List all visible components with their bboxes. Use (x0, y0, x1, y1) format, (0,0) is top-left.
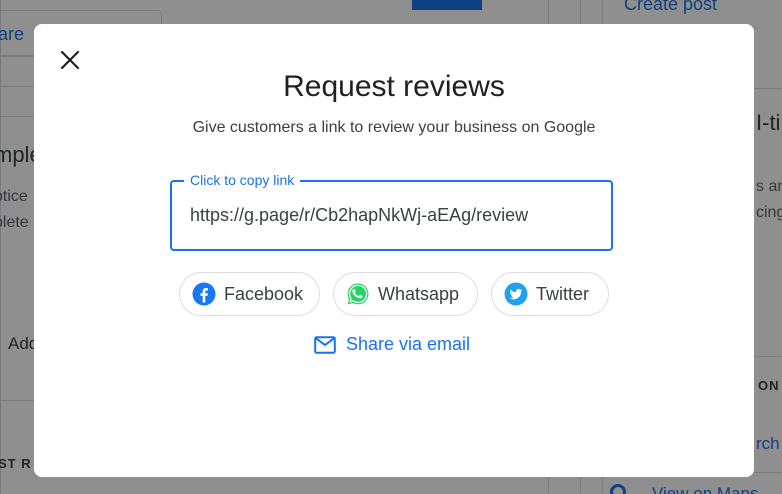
link-field-label: Click to copy link (184, 171, 301, 189)
whatsapp-icon (347, 283, 369, 305)
share-whatsapp-label: Whatsapp (378, 283, 460, 304)
dialog-subtitle: Give customers a link to review your bus… (192, 119, 596, 136)
share-buttons-row: Facebook Whatsapp Twitter (34, 272, 754, 316)
review-link-value[interactable]: https://g.page/r/Cb2hapNkWj-aEAg/review (190, 205, 528, 226)
dialog-title: Request reviews (283, 70, 505, 103)
review-link-field[interactable]: Click to copy link https://g.page/r/Cb2h… (170, 171, 613, 251)
share-via-email-button[interactable]: Share via email (314, 334, 470, 355)
share-facebook-label: Facebook (224, 283, 304, 304)
close-icon (60, 50, 80, 70)
share-whatsapp-button[interactable]: Whatsapp (333, 272, 478, 316)
share-via-email-label: Share via email (346, 334, 471, 354)
twitter-icon (504, 282, 528, 306)
facebook-icon (192, 282, 216, 306)
share-twitter-label: Twitter (536, 283, 590, 304)
request-reviews-dialog: Request reviews Give customers a link to… (34, 24, 754, 477)
mail-icon (314, 335, 336, 354)
share-facebook-button[interactable]: Facebook (179, 272, 320, 316)
share-twitter-button[interactable]: Twitter (491, 272, 609, 316)
